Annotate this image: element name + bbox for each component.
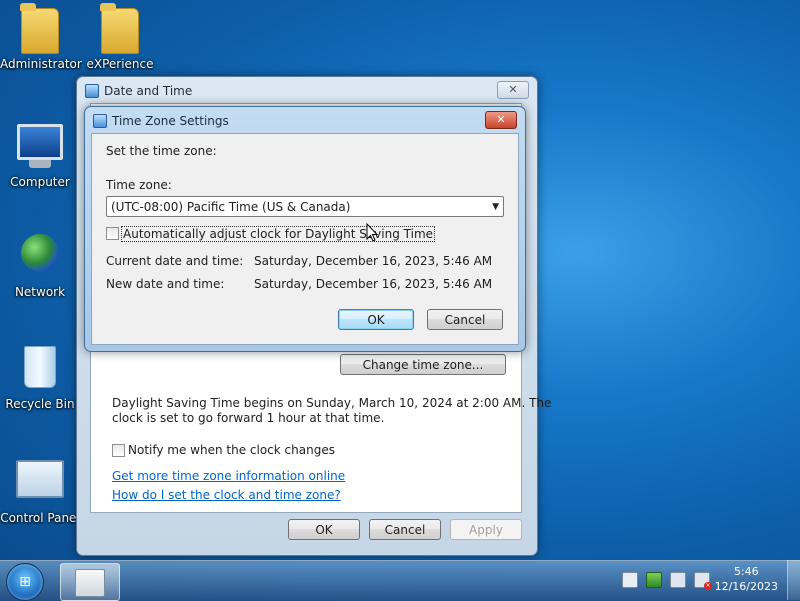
dialog-title: Time Zone Settings [112,114,229,128]
recycle-bin-icon [24,346,56,388]
desktop-icon-label: Computer [10,175,70,189]
dst-info-line2: clock is set to go forward 1 hour at tha… [112,411,385,425]
clock-date: 12/16/2023 [714,580,778,593]
close-button[interactable]: ✕ [497,81,529,99]
control-panel-icon [16,460,64,498]
more-time-zone-info-link[interactable]: Get more time zone information online [112,469,345,483]
show-desktop-button[interactable] [787,560,800,600]
volume-muted-icon[interactable]: × [694,572,712,590]
new-date-time-value: Saturday, December 16, 2023, 5:46 AM [254,277,493,291]
calendar-icon [75,569,105,597]
time-zone-label: Time zone: [106,178,172,192]
desktop-icon-recycle-bin[interactable]: Recycle Bin [0,342,80,411]
ok-button[interactable]: OK [288,519,360,540]
desktop-icon-network[interactable]: Network [0,230,80,299]
tz-dialog-client-area: Set the time zone: Time zone: (UTC-08:00… [91,133,519,345]
set-time-zone-heading: Set the time zone: [106,144,217,158]
clock-time: 5:46 [733,565,759,578]
notify-label[interactable]: Notify me when the clock changes [128,443,335,457]
network-tray-icon[interactable] [670,572,686,588]
date-time-titlebar[interactable]: Date and Time ✕ [77,77,537,103]
how-to-set-clock-link[interactable]: How do I set the clock and time zone? [112,488,341,502]
cancel-button[interactable]: Cancel [427,309,503,330]
desktop-icon-experience[interactable]: eXPerience [80,3,160,71]
windows-logo-icon: ⊞ [19,574,31,590]
current-date-time-value: Saturday, December 16, 2023, 5:46 AM [254,254,493,268]
ok-button[interactable]: OK [338,309,414,330]
time-zone-settings-dialog: Time Zone Settings ✕ Set the time zone: … [84,106,526,352]
user-folder-icon [20,3,59,54]
apply-button[interactable]: Apply [450,519,522,540]
desktop-icon-control-panel[interactable]: Control Panel [0,454,80,525]
chevron-down-icon: ▼ [492,202,499,212]
time-zone-value: (UTC-08:00) Pacific Time (US & Canada) [111,200,351,214]
dst-info-line1: Daylight Saving Time begins on Sunday, M… [112,396,552,410]
taskbar-date-time-button[interactable] [60,563,120,601]
taskbar-clock[interactable]: 5:46 12/16/2023 [715,564,778,594]
network-icon [21,234,59,272]
cancel-button[interactable]: Cancel [369,519,441,540]
desktop-icon-label: Administrator [0,57,82,71]
time-zone-select[interactable]: (UTC-08:00) Pacific Time (US & Canada) ▼ [106,196,504,217]
current-date-time-label: Current date and time: [106,254,244,268]
desktop-icon-administrator[interactable]: Administrator [0,3,82,71]
notify-checkbox[interactable] [112,444,125,457]
action-center-icon[interactable] [622,572,638,588]
folder-icon [100,3,139,54]
auto-dst-checkbox[interactable] [106,227,119,240]
computer-icon [17,124,63,160]
close-button[interactable]: ✕ [485,111,517,129]
mute-x-icon: × [704,582,712,590]
power-icon[interactable] [646,572,662,588]
desktop-icon-label: Recycle Bin [5,397,75,411]
desktop-icon-computer[interactable]: Computer [0,118,80,189]
date-time-icon [85,84,99,98]
change-time-zone-button[interactable]: Change time zone... [340,354,506,375]
time-zone-icon [93,114,107,128]
desktop-icon-label: eXPerience [86,57,154,71]
desktop-icon-label: Network [14,285,66,299]
mouse-cursor-icon [366,223,378,242]
desktop-icon-label: Control Panel [0,511,80,525]
window-title: Date and Time [104,84,193,98]
start-button[interactable]: ⊞ [6,563,44,601]
new-date-time-label: New date and time: [106,277,225,291]
auto-dst-label[interactable]: Automatically adjust clock for Daylight … [121,226,436,242]
tz-dialog-titlebar[interactable]: Time Zone Settings ✕ [85,107,525,133]
monitor-stand [29,160,51,168]
